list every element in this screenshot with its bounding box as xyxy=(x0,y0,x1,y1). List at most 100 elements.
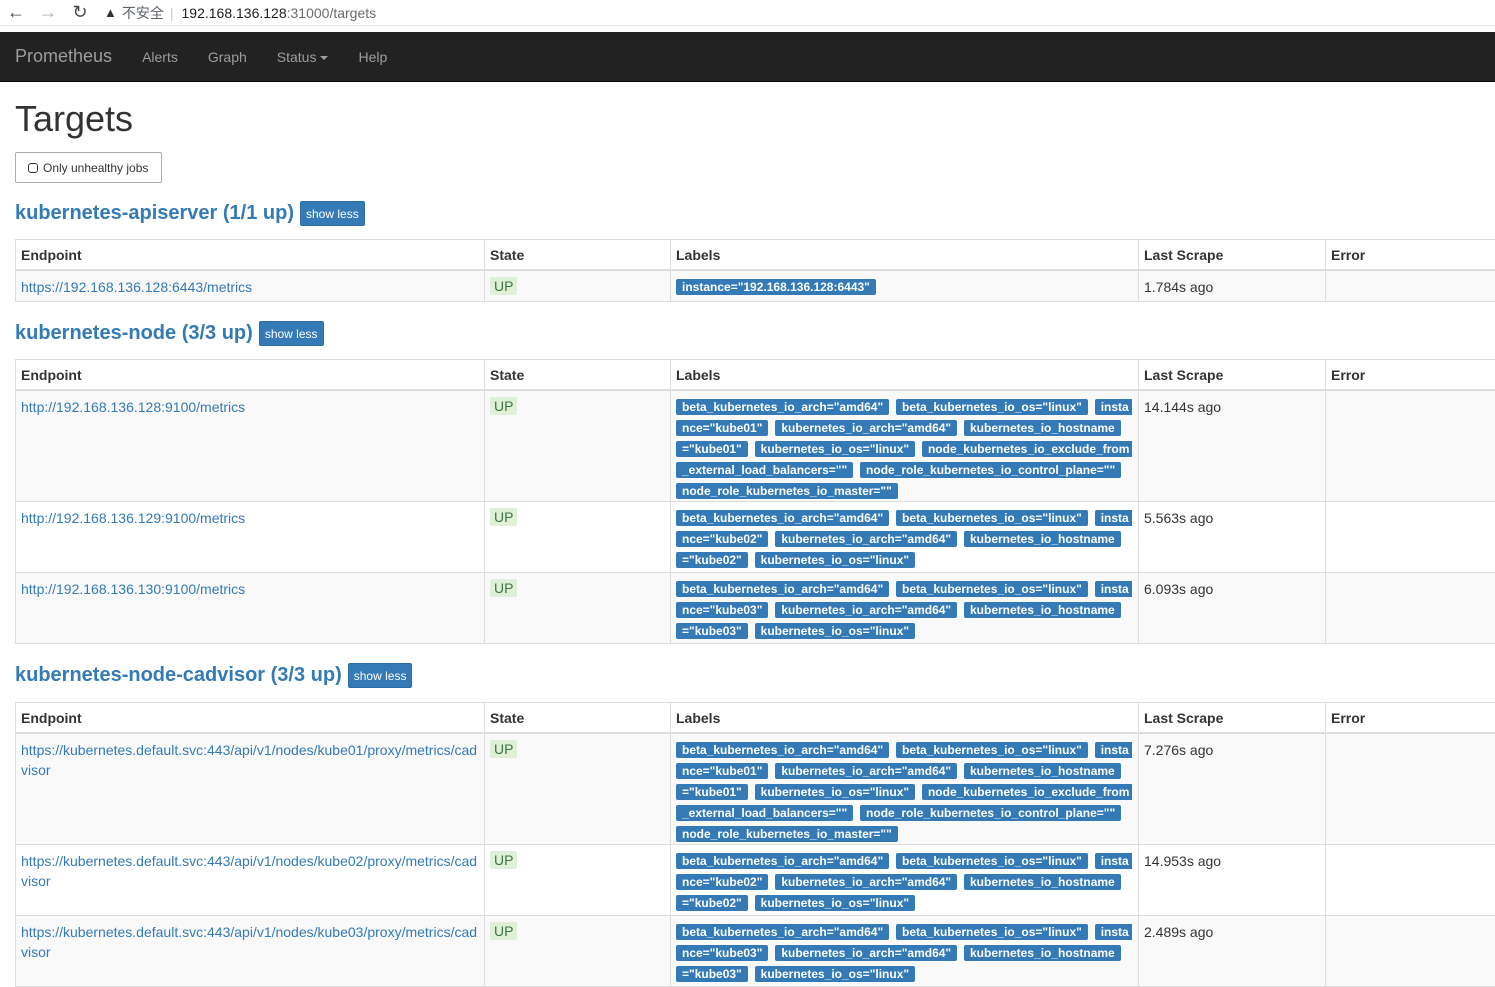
table-row: http://192.168.136.129:9100/metricsUPbet… xyxy=(16,502,1495,573)
label-badge: beta_kubernetes_io_os="linux" xyxy=(896,742,1088,758)
last-scrape-cell: 5.563s ago xyxy=(1139,502,1326,573)
job-title-link[interactable]: kubernetes-node (3/3 up) xyxy=(15,322,253,345)
forward-icon[interactable]: → xyxy=(32,0,64,26)
error-cell xyxy=(1326,270,1495,302)
last-scrape-cell: 1.784s ago xyxy=(1139,270,1326,302)
labels-list: beta_kubernetes_io_arch="amd64" beta_kub… xyxy=(676,921,1132,984)
column-header-state: State xyxy=(485,240,671,270)
column-header-last-scrape: Last Scrape xyxy=(1139,360,1326,390)
last-scrape-text: 2.489s ago xyxy=(1144,924,1213,940)
targets-table: EndpointStateLabelsLast ScrapeError http:… xyxy=(15,359,1495,644)
table-header-row: EndpointStateLabelsLast ScrapeError xyxy=(16,703,1495,733)
label-badge: kubernetes_io_os="linux" xyxy=(755,784,915,800)
nav-alerts[interactable]: Alerts xyxy=(127,49,193,65)
column-header-state: State xyxy=(485,360,671,390)
column-header-labels: Labels xyxy=(671,360,1139,390)
labels-list: beta_kubernetes_io_arch="amd64" beta_kub… xyxy=(676,578,1132,641)
endpoint-link[interactable]: https://kubernetes.default.svc:443/api/v… xyxy=(21,853,477,889)
label-badge: beta_kubernetes_io_arch="amd64" xyxy=(676,924,889,940)
label-badge: beta_kubernetes_io_os="linux" xyxy=(896,399,1088,415)
label-badge: node_role_kubernetes_io_control_plane="" xyxy=(860,805,1121,821)
label-badge: node_role_kubernetes_io_master="" xyxy=(676,483,898,499)
label-badge: beta_kubernetes_io_os="linux" xyxy=(896,853,1088,869)
address-separator: | xyxy=(170,5,174,21)
column-header-endpoint: Endpoint xyxy=(16,360,485,390)
last-scrape-text: 14.953s ago xyxy=(1144,853,1221,869)
top-navbar: Prometheus Alerts Graph Status Help xyxy=(0,32,1495,82)
endpoint-cell: http://192.168.136.129:9100/metrics xyxy=(16,502,485,573)
label-badge: beta_kubernetes_io_os="linux" xyxy=(896,924,1088,940)
label-badge: kubernetes_io_arch="amd64" xyxy=(775,420,957,436)
brand-link[interactable]: Prometheus xyxy=(15,46,112,67)
table-row: https://kubernetes.default.svc:443/api/v… xyxy=(16,916,1495,987)
address-bar[interactable]: ▲ 不安全 | 192.168.136.128:31000/targets xyxy=(104,3,376,23)
table-row: https://192.168.136.128:6443/metrics UP in… xyxy=(16,270,1495,302)
nav-status-label: Status xyxy=(277,49,317,65)
labels-list: beta_kubernetes_io_arch="amd64" beta_kub… xyxy=(676,739,1132,844)
labels-cell: beta_kubernetes_io_arch="amd64" beta_kub… xyxy=(671,502,1139,573)
only-unhealthy-button[interactable]: Only unhealthy jobs xyxy=(15,152,162,183)
reload-icon[interactable]: ↻ xyxy=(64,0,96,26)
table-header-row: EndpointStateLabelsLast ScrapeError xyxy=(16,360,1495,390)
last-scrape-text: 7.276s ago xyxy=(1144,742,1213,758)
table-row: http://192.168.136.130:9100/metrics UP bet… xyxy=(16,573,1495,644)
show-less-button[interactable]: show less xyxy=(259,321,324,346)
state-cell: UP xyxy=(485,733,671,845)
state-cell: UP xyxy=(485,390,671,502)
label-badge: node_role_kubernetes_io_master="" xyxy=(676,826,898,842)
column-header-error: Error xyxy=(1326,360,1495,390)
column-header-error: Error xyxy=(1326,703,1495,733)
endpoint-link[interactable]: https://kubernetes.default.svc:443/api/v… xyxy=(21,924,477,960)
endpoint-link[interactable]: http://192.168.136.129:9100/metrics xyxy=(21,510,245,526)
nav-status[interactable]: Status xyxy=(262,49,344,65)
endpoint-link[interactable]: http://192.168.136.130:9100/metrics xyxy=(21,581,245,597)
column-header-labels: Labels xyxy=(671,703,1139,733)
job-title-link[interactable]: kubernetes-apiserver (1/1 up) xyxy=(15,202,294,225)
label-badge: kubernetes_io_os="linux" xyxy=(755,441,915,457)
last-scrape-cell: 14.144s ago xyxy=(1139,390,1326,502)
labels-cell: beta_kubernetes_io_arch="amd64" beta_kub… xyxy=(671,845,1139,916)
state-cell: UP xyxy=(485,270,671,302)
state-badge: UP xyxy=(490,851,517,869)
labels-cell: beta_kubernetes_io_arch="amd64" beta_kub… xyxy=(671,390,1139,502)
nav-help[interactable]: Help xyxy=(343,49,402,65)
state-badge: UP xyxy=(490,579,517,597)
endpoint-link[interactable]: https://kubernetes.default.svc:443/api/v… xyxy=(21,742,477,778)
endpoint-cell: https://kubernetes.default.svc:443/api/v… xyxy=(16,733,485,845)
column-header-endpoint: Endpoint xyxy=(16,703,485,733)
error-cell xyxy=(1326,502,1495,573)
state-cell: UP xyxy=(485,845,671,916)
label-badge: kubernetes_io_os="linux" xyxy=(755,623,915,639)
last-scrape-cell: 2.489s ago xyxy=(1139,916,1326,987)
endpoint-cell: http://192.168.136.130:9100/metrics xyxy=(16,573,485,644)
browser-toolbar: ← → ↻ ▲ 不安全 | 192.168.136.128:31000/targ… xyxy=(0,0,1495,26)
column-header-error: Error xyxy=(1326,240,1495,270)
label-badge: beta_kubernetes_io_arch="amd64" xyxy=(676,399,889,415)
show-less-button[interactable]: show less xyxy=(348,663,413,688)
nav-graph[interactable]: Graph xyxy=(193,49,262,65)
label-badge: node_role_kubernetes_io_control_plane="" xyxy=(860,462,1121,478)
label-badge: beta_kubernetes_io_os="linux" xyxy=(896,510,1088,526)
state-badge: UP xyxy=(490,922,517,940)
endpoint-cell: http://192.168.136.128:9100/metrics xyxy=(16,390,485,502)
endpoint-link[interactable]: https://192.168.136.128:6443/metrics xyxy=(21,279,252,295)
job-title-link[interactable]: kubernetes-node-cadvisor (3/3 up) xyxy=(15,664,342,687)
labels-list: beta_kubernetes_io_arch="amd64" beta_kub… xyxy=(676,507,1132,570)
last-scrape-cell: 6.093s ago xyxy=(1139,573,1326,644)
page-title: Targets xyxy=(15,98,133,140)
label-badge: instance="192.168.136.128:6443" xyxy=(676,279,876,295)
table-row: http://192.168.136.128:9100/metricsUPbet… xyxy=(16,390,1495,502)
warning-icon: ▲ xyxy=(104,5,117,20)
last-scrape-cell: 14.953s ago xyxy=(1139,845,1326,916)
label-badge: beta_kubernetes_io_arch="amd64" xyxy=(676,742,889,758)
state-cell: UP xyxy=(485,573,671,644)
last-scrape-text: 5.563s ago xyxy=(1144,510,1213,526)
labels-cell: beta_kubernetes_io_arch="amd64" beta_kub… xyxy=(671,573,1139,644)
checkbox-icon xyxy=(28,163,38,173)
back-icon[interactable]: ← xyxy=(0,0,32,26)
label-badge: kubernetes_io_os="linux" xyxy=(755,552,915,568)
state-badge: UP xyxy=(490,740,517,758)
show-less-button[interactable]: show less xyxy=(300,201,365,226)
label-badge: kubernetes_io_os="linux" xyxy=(755,966,915,982)
endpoint-link[interactable]: http://192.168.136.128:9100/metrics xyxy=(21,399,245,415)
